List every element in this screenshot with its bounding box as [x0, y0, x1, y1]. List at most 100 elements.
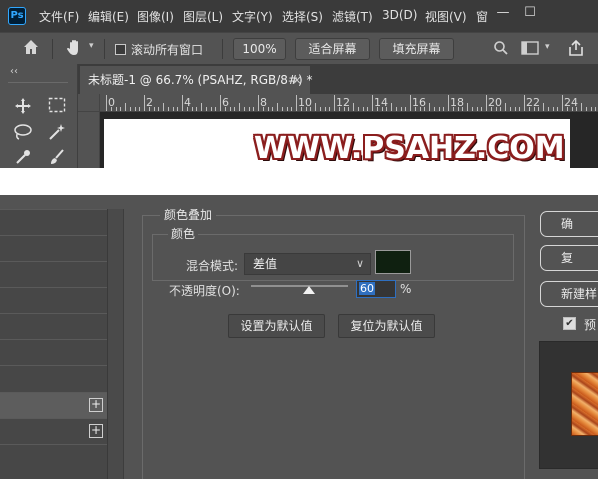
menu-select[interactable]: 选择(S)	[282, 8, 323, 25]
workspace-icon[interactable]	[521, 41, 539, 58]
ruler-minor-tick	[167, 107, 169, 111]
marquee-tool-icon[interactable]	[46, 97, 68, 119]
menu-type[interactable]: 文字(Y)	[232, 8, 273, 25]
ruler-minor-tick	[277, 103, 278, 111]
close-icon[interactable]: ×	[292, 66, 302, 94]
ruler-minor-tick	[172, 107, 174, 111]
style-list-item[interactable]	[0, 261, 107, 287]
ruler-minor-tick	[538, 107, 540, 111]
ruler-origin[interactable]	[78, 94, 100, 112]
style-list-item[interactable]	[0, 339, 107, 365]
zoom-value-field[interactable]: 100%	[233, 38, 286, 60]
document-canvas[interactable]: WWW.PSAHZ.COM	[104, 119, 570, 168]
ruler-minor-tick	[129, 107, 131, 111]
ruler-minor-tick	[134, 107, 136, 111]
ruler-minor-tick	[120, 107, 122, 111]
ruler-minor-tick	[315, 103, 316, 111]
preview-checkbox[interactable]: ✔	[563, 317, 576, 330]
ruler-minor-tick	[581, 103, 582, 111]
menu-3d[interactable]: 3D(D)	[382, 8, 417, 22]
fill-screen-button[interactable]: 填充屏幕	[379, 38, 454, 60]
scroll-all-checkbox[interactable]	[115, 44, 126, 55]
ruler-minor-tick	[319, 107, 321, 111]
ruler-minor-tick	[310, 107, 312, 111]
ruler-tick	[448, 95, 449, 111]
reset-default-button[interactable]: 复位为默认值	[338, 314, 435, 338]
ruler-minor-tick	[234, 107, 236, 111]
style-list-item[interactable]	[0, 444, 107, 470]
blend-mode-label: 混合模式:	[186, 259, 239, 273]
vertical-ruler[interactable]	[78, 112, 100, 168]
style-list-item[interactable]	[0, 209, 107, 235]
ruler-minor-tick	[405, 107, 407, 111]
ruler-minor-tick	[196, 107, 198, 111]
chevron-down-icon[interactable]: ▾	[89, 41, 94, 51]
search-icon[interactable]	[493, 40, 509, 59]
separator	[104, 39, 105, 59]
share-icon[interactable]	[567, 39, 585, 60]
blend-mode-select[interactable]: 差值 ∨	[244, 253, 371, 275]
menu-filter[interactable]: 滤镜(T)	[332, 8, 373, 25]
ruler-minor-tick	[367, 107, 369, 111]
home-icon[interactable]	[22, 38, 40, 59]
horizontal-ruler[interactable]: 0 2 4 6 8 10 12 14 16 18 20 22 24	[100, 94, 598, 112]
separator	[222, 39, 223, 59]
fit-screen-button[interactable]: 适合屏幕	[295, 38, 370, 60]
add-style-button[interactable]: +	[89, 398, 103, 412]
move-tool-icon[interactable]	[12, 97, 34, 119]
style-list-item[interactable]	[0, 365, 107, 391]
ruler-minor-tick	[286, 107, 288, 111]
maximize-button[interactable]: ☐	[515, 4, 545, 24]
canvas-area[interactable]: WWW.PSAHZ.COM	[100, 112, 598, 168]
ruler-minor-tick	[557, 107, 559, 111]
add-style-button[interactable]: +	[89, 424, 103, 438]
minimize-button[interactable]: —	[488, 4, 518, 24]
eyedropper-tool-icon[interactable]	[12, 148, 34, 168]
style-list-item[interactable]: +	[0, 418, 107, 444]
ruler-minor-tick	[514, 107, 516, 111]
chevron-down-icon: ∨	[355, 257, 364, 270]
style-list-item-selected[interactable]: +	[0, 392, 107, 418]
ruler-minor-tick	[262, 107, 264, 111]
magic-wand-tool-icon[interactable]	[46, 123, 68, 145]
style-list-item[interactable]	[0, 313, 107, 339]
set-default-button[interactable]: 设置为默认值	[228, 314, 325, 338]
ok-button[interactable]: 确	[540, 211, 598, 237]
menu-image[interactable]: 图像(I)	[137, 8, 174, 25]
opacity-slider[interactable]	[251, 285, 348, 287]
ruler-tick	[144, 95, 145, 111]
lasso-tool-icon[interactable]	[12, 123, 34, 145]
opacity-input[interactable]: 60	[356, 280, 396, 298]
style-list-item[interactable]	[0, 287, 107, 313]
menu-view[interactable]: 视图(V)	[425, 8, 467, 25]
menu-edit[interactable]: 编辑(E)	[88, 8, 129, 25]
brush-tool-icon[interactable]	[46, 148, 68, 168]
collapse-panel-icon[interactable]: ‹‹	[10, 66, 18, 77]
menu-layer[interactable]: 图层(L)	[183, 8, 223, 25]
opacity-label: 不透明度(O):	[169, 284, 240, 298]
chevron-down-icon[interactable]: ▾	[545, 42, 550, 52]
ruler-minor-tick	[305, 107, 307, 111]
ruler-minor-tick	[243, 107, 245, 111]
ruler-minor-tick	[419, 107, 421, 111]
ruler-minor-tick	[433, 107, 435, 111]
menu-file[interactable]: 文件(F)	[39, 8, 79, 25]
menu-window[interactable]: 窗	[476, 8, 488, 25]
ruler-tick	[486, 95, 487, 111]
ruler-minor-tick	[391, 103, 392, 111]
ruler-minor-tick	[467, 103, 468, 111]
ruler-minor-tick	[462, 107, 464, 111]
color-group-title: 颜色	[168, 225, 199, 242]
opacity-slider-thumb[interactable]	[303, 286, 316, 294]
ruler-minor-tick	[191, 107, 193, 111]
new-style-button[interactable]: 新建样	[540, 281, 598, 307]
style-list-item[interactable]	[0, 235, 107, 261]
ruler-minor-tick	[495, 107, 497, 111]
ruler-minor-tick	[509, 107, 511, 111]
overlay-color-swatch[interactable]	[375, 250, 411, 274]
style-list-scrollbar[interactable]	[108, 209, 124, 479]
reset-button[interactable]: 复	[540, 245, 598, 271]
document-tab[interactable]: 未标题-1 @ 66.7% (PSAHZ, RGB/8#) * ×	[80, 66, 312, 94]
ruler-minor-tick	[590, 107, 592, 111]
hand-icon[interactable]	[65, 38, 85, 61]
